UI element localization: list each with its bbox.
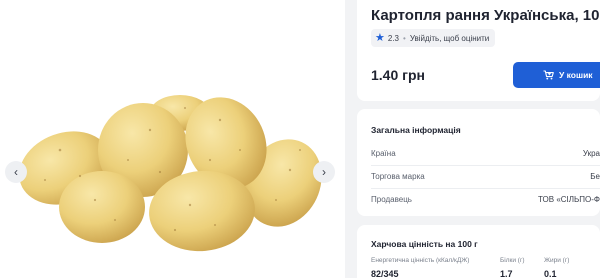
info-value: Укра (582, 149, 600, 158)
general-info-title: Загальна інформація (371, 125, 461, 135)
nutrition-title: Харчова цінність на 100 г (371, 239, 478, 249)
rating-login-prompt[interactable]: Увійдіть, щоб оцінити (410, 34, 489, 43)
add-to-cart-label: У кошик (559, 70, 593, 80)
info-value: ТОВ «СІЛЬПО-Ф (538, 195, 600, 204)
nutrition-fat: Жири (г) 0.1 (544, 257, 569, 278)
info-label: Продавець (371, 195, 412, 204)
nutrition-label: Білки (г) (500, 257, 525, 264)
chevron-right-icon[interactable]: › (313, 161, 335, 183)
product-info-panel: Картопля рання Українська, 100г ★ 2.3 • … (357, 0, 600, 278)
row-divider (371, 165, 600, 166)
nutrition-energy: Енергетична цінність (кКал/кДЖ) 82/345 (371, 257, 469, 278)
rating-value: 2.3 (387, 33, 399, 43)
nutrition-label: Жири (г) (544, 257, 570, 264)
cart-icon (543, 70, 554, 80)
row-divider (371, 188, 600, 189)
product-gallery: ‹ › (0, 0, 345, 278)
rating-separator: • (403, 33, 406, 43)
add-to-cart-button[interactable]: У кошик (513, 62, 600, 88)
product-header-card: Картопля рання Українська, 100г ★ 2.3 • … (357, 0, 600, 101)
product-title: Картопля рання Українська, 100г (371, 7, 600, 24)
nutrition-value: 1.7 (500, 269, 513, 278)
nutrition-value: 0.1 (544, 269, 557, 278)
product-image (19, 95, 322, 252)
general-info-card: Загальна інформація Країна Укра Торгова … (357, 109, 600, 216)
star-icon: ★ (375, 31, 385, 44)
nutrition-value: 82/345 (371, 269, 399, 278)
info-row-seller: Продавець ТОВ «СІЛЬПО-Ф (371, 195, 600, 207)
info-label: Торгова марка (371, 172, 425, 181)
product-price: 1.40 грн (371, 67, 425, 83)
nutrition-card: Харчова цінність на 100 г Енергетична ці… (357, 225, 600, 278)
info-value: Бе (590, 172, 600, 181)
info-row-country: Країна Укра (371, 149, 600, 161)
nutrition-protein: Білки (г) 1.7 (500, 257, 524, 278)
rating-badge[interactable]: ★ 2.3 • Увійдіть, щоб оцінити (371, 29, 496, 47)
info-label: Країна (371, 149, 396, 158)
info-row-brand: Торгова марка Бе (371, 172, 600, 184)
nutrition-label: Енергетична цінність (кКал/кДЖ) (371, 257, 470, 264)
chevron-left-icon[interactable]: ‹ (5, 161, 27, 183)
